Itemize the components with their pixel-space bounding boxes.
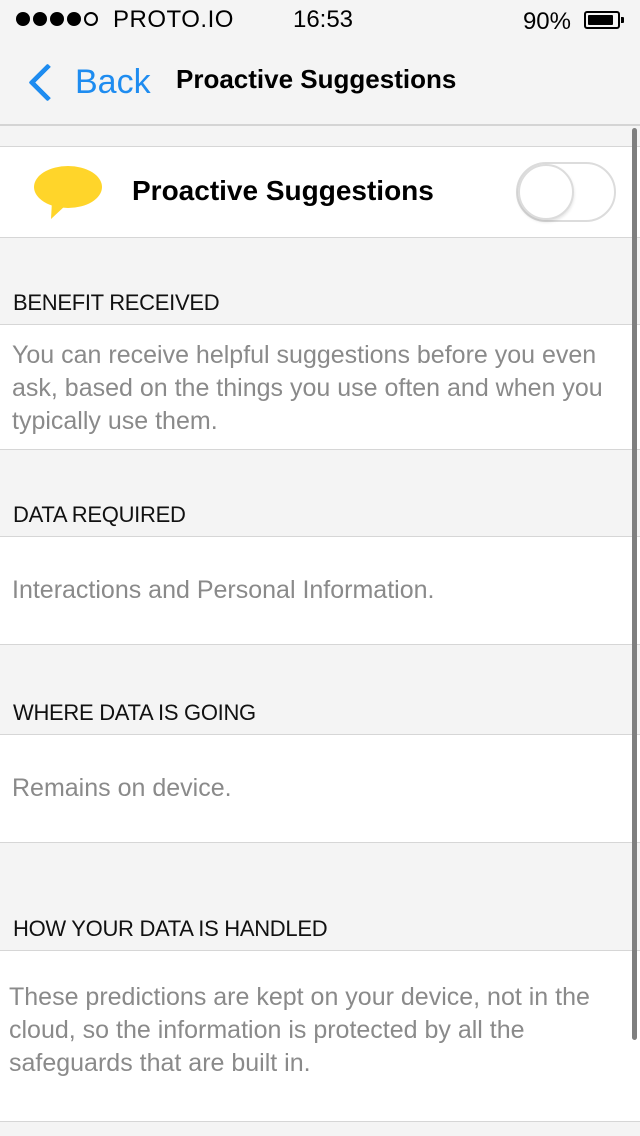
- battery-percent: 90%: [522, 8, 571, 35]
- status-bar: PROTO.IO 16:53 90%: [0, 0, 640, 40]
- scrollbar[interactable]: [632, 128, 637, 1040]
- toggle-knob: [518, 164, 574, 220]
- speech-bubble-icon: [34, 166, 102, 219]
- section-header-benefit: BENEFIT RECEIVED: [0, 237, 640, 324]
- proactive-suggestions-row: Proactive Suggestions: [0, 146, 640, 238]
- section-header-text: DATA REQUIRED: [13, 502, 186, 527]
- toggle-label: Proactive Suggestions: [132, 175, 434, 206]
- section-header-text: WHERE DATA IS GOING: [13, 700, 256, 725]
- battery-icon: [584, 11, 624, 29]
- battery-fill: [588, 15, 613, 25]
- navigation-bar: Back Proactive Suggestions: [0, 40, 640, 126]
- page-title: Proactive Suggestions: [176, 64, 457, 94]
- section-header-where-data-going: WHERE DATA IS GOING: [0, 645, 640, 734]
- back-label: Back: [75, 62, 151, 101]
- section-header-data-required: DATA REQUIRED: [0, 450, 640, 536]
- chevron-left-icon: [28, 62, 67, 102]
- section-body-text: Interactions and Personal Information.: [12, 576, 435, 604]
- status-time-text: 16:53: [292, 6, 354, 33]
- back-button[interactable]: Back: [24, 58, 151, 106]
- proactive-suggestions-toggle[interactable]: [516, 162, 616, 222]
- section-header-data-handled: HOW YOUR DATA IS HANDLED: [0, 843, 640, 950]
- section-header-text: HOW YOUR DATA IS HANDLED: [13, 916, 328, 941]
- battery-tip: [621, 17, 624, 23]
- screen: PROTO.IO 16:53 90% Back Proactive Sugges…: [0, 0, 640, 1136]
- section-body-text: These predictions are kept on your devic…: [9, 983, 590, 1077]
- section-body-data-handled: These predictions are kept on your devic…: [0, 950, 640, 1122]
- section-body-data-required: Interactions and Personal Information.: [0, 536, 640, 645]
- section-body-where-data-going: Remains on device.: [0, 734, 640, 843]
- section-header-text: BENEFIT RECEIVED: [13, 290, 220, 315]
- section-body-benefit: You can receive helpful suggestions befo…: [0, 324, 640, 450]
- section-body-text: You can receive helpful suggestions befo…: [12, 341, 603, 435]
- section-body-text: Remains on device.: [12, 774, 232, 802]
